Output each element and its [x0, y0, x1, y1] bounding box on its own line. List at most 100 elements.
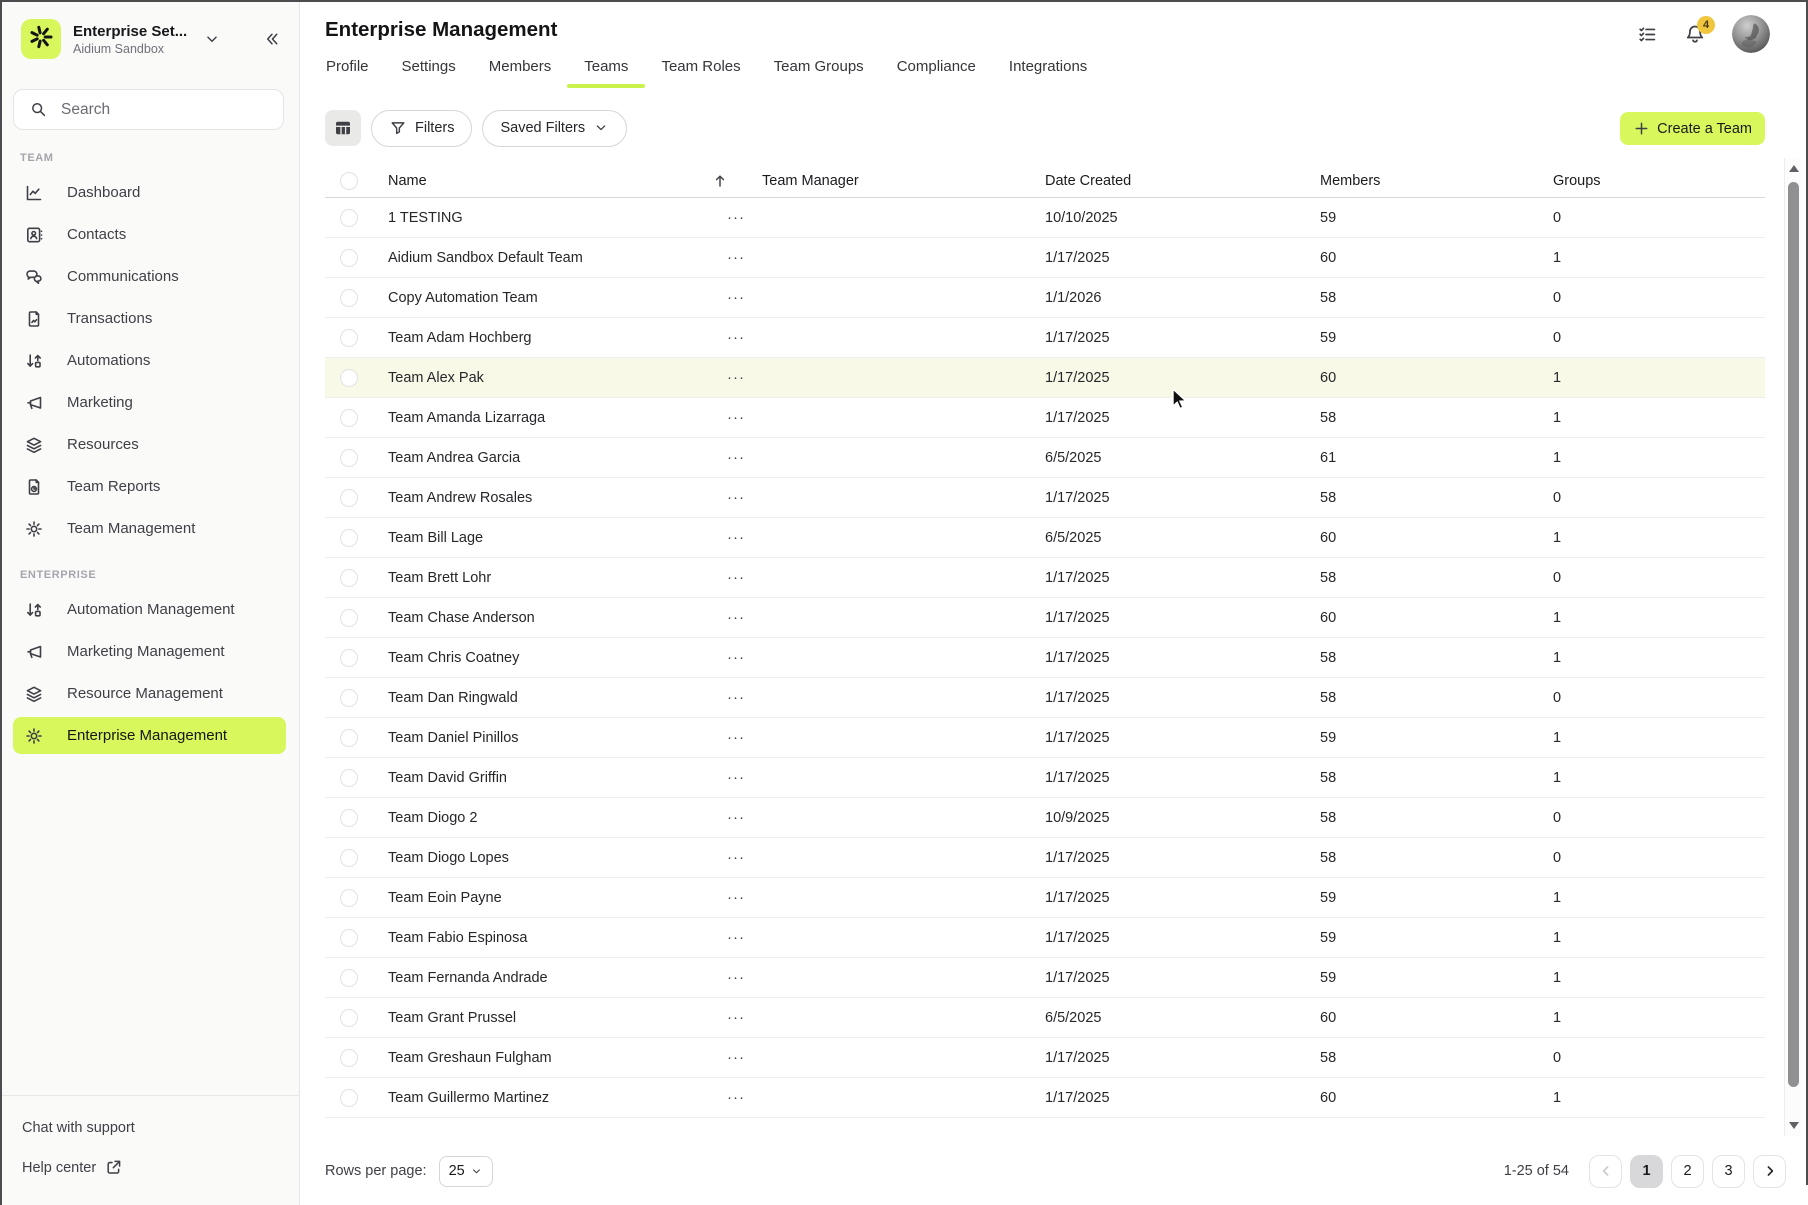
- row-checkbox[interactable]: [340, 329, 358, 347]
- table-row[interactable]: Team Brett Lohr···1/17/2025580: [325, 558, 1765, 598]
- sidebar-item-resources[interactable]: Resources: [13, 426, 286, 463]
- sidebar-item-marketing[interactable]: Marketing: [13, 384, 286, 421]
- table-row[interactable]: Team Eoin Payne···1/17/2025591: [325, 878, 1765, 918]
- notifications-bell-icon[interactable]: 4: [1684, 23, 1706, 45]
- team-manager-actions-button[interactable]: ···: [727, 929, 745, 946]
- team-manager-actions-button[interactable]: ···: [727, 729, 745, 746]
- sidebar-item-automation-management[interactable]: Automation Management: [13, 591, 286, 628]
- table-row[interactable]: Team Diogo 2···10/9/2025580: [325, 798, 1765, 838]
- sidebar-item-transactions[interactable]: Transactions: [13, 300, 286, 337]
- sidebar-item-enterprise-management[interactable]: Enterprise Management: [13, 717, 286, 754]
- search-input[interactable]: Search: [13, 89, 284, 130]
- row-checkbox[interactable]: [340, 689, 358, 707]
- sidebar-item-resource-management[interactable]: Resource Management: [13, 675, 286, 712]
- team-manager-actions-button[interactable]: ···: [727, 289, 745, 306]
- vertical-scrollbar[interactable]: [1784, 158, 1801, 1136]
- user-avatar[interactable]: [1732, 15, 1770, 53]
- team-manager-actions-button[interactable]: ···: [727, 249, 745, 266]
- column-header-team-manager[interactable]: Team Manager: [715, 173, 1045, 189]
- row-checkbox[interactable]: [340, 769, 358, 787]
- sidebar-item-automations[interactable]: Automations: [13, 342, 286, 379]
- table-row[interactable]: Team Grant Prussel···6/5/2025601: [325, 998, 1765, 1038]
- tab-members[interactable]: Members: [489, 58, 552, 88]
- team-manager-actions-button[interactable]: ···: [727, 1089, 745, 1106]
- team-manager-actions-button[interactable]: ···: [727, 489, 745, 506]
- tab-compliance[interactable]: Compliance: [897, 58, 976, 88]
- team-manager-actions-button[interactable]: ···: [727, 849, 745, 866]
- tab-teams[interactable]: Teams: [584, 58, 628, 88]
- sidebar-item-marketing-management[interactable]: Marketing Management: [13, 633, 286, 670]
- team-manager-actions-button[interactable]: ···: [727, 809, 745, 826]
- sidebar-item-team-reports[interactable]: Team Reports: [13, 468, 286, 505]
- tab-settings[interactable]: Settings: [402, 58, 456, 88]
- sort-ascending-icon[interactable]: [711, 172, 729, 190]
- table-row[interactable]: Team Chase Anderson···1/17/2025601: [325, 598, 1765, 638]
- table-row[interactable]: Team Greshaun Fulgham···1/17/2025580: [325, 1038, 1765, 1078]
- page-button-2[interactable]: 2: [1671, 1155, 1704, 1188]
- table-row[interactable]: Team Fabio Espinosa···1/17/2025591: [325, 918, 1765, 958]
- table-row[interactable]: Team Andrea Garcia···6/5/2025611: [325, 438, 1765, 478]
- create-team-button[interactable]: Create a Team: [1620, 112, 1765, 145]
- team-manager-actions-button[interactable]: ···: [727, 209, 745, 226]
- row-checkbox[interactable]: [340, 489, 358, 507]
- team-manager-actions-button[interactable]: ···: [727, 369, 745, 386]
- column-header-date-created[interactable]: Date Created: [1045, 173, 1320, 189]
- tab-integrations[interactable]: Integrations: [1009, 58, 1087, 88]
- table-row[interactable]: Team Andrew Rosales···1/17/2025580: [325, 478, 1765, 518]
- table-row[interactable]: Team Bill Lage···6/5/2025601: [325, 518, 1765, 558]
- row-checkbox[interactable]: [340, 569, 358, 587]
- row-checkbox[interactable]: [340, 609, 358, 627]
- next-page-button[interactable]: [1753, 1155, 1786, 1188]
- row-checkbox[interactable]: [340, 889, 358, 907]
- row-checkbox[interactable]: [340, 929, 358, 947]
- row-checkbox[interactable]: [340, 849, 358, 867]
- rows-per-page-select[interactable]: 25: [439, 1156, 493, 1187]
- select-all-checkbox[interactable]: [340, 172, 358, 190]
- table-row[interactable]: Team Diogo Lopes···1/17/2025580: [325, 838, 1765, 878]
- previous-page-button[interactable]: [1589, 1155, 1622, 1188]
- tab-team-roles[interactable]: Team Roles: [661, 58, 740, 88]
- sidebar-item-team-management[interactable]: Team Management: [13, 510, 286, 547]
- team-manager-actions-button[interactable]: ···: [727, 649, 745, 666]
- row-checkbox[interactable]: [340, 1009, 358, 1027]
- table-row[interactable]: Team Guillermo Martinez···1/17/2025601: [325, 1078, 1765, 1118]
- table-row[interactable]: Team Amanda Lizarraga···1/17/2025581: [325, 398, 1765, 438]
- row-checkbox[interactable]: [340, 449, 358, 467]
- team-manager-actions-button[interactable]: ···: [727, 329, 745, 346]
- table-row[interactable]: Team Dan Ringwald···1/17/2025580: [325, 678, 1765, 718]
- table-row[interactable]: Team Chris Coatney···1/17/2025581: [325, 638, 1765, 678]
- workspace-switcher[interactable]: Enterprise Set... Aidium Sandbox: [0, 0, 299, 59]
- row-checkbox[interactable]: [340, 529, 358, 547]
- row-checkbox[interactable]: [340, 969, 358, 987]
- team-manager-actions-button[interactable]: ···: [727, 769, 745, 786]
- team-manager-actions-button[interactable]: ···: [727, 689, 745, 706]
- table-view-button[interactable]: [325, 110, 361, 146]
- table-row[interactable]: Team David Griffin···1/17/2025581: [325, 758, 1765, 798]
- table-row[interactable]: Team Alex Pak···1/17/2025601: [325, 358, 1765, 398]
- scroll-down-arrow-icon[interactable]: [1789, 1122, 1799, 1129]
- row-checkbox[interactable]: [340, 1049, 358, 1067]
- team-manager-actions-button[interactable]: ···: [727, 1009, 745, 1026]
- team-manager-actions-button[interactable]: ···: [727, 609, 745, 626]
- team-manager-actions-button[interactable]: ···: [727, 569, 745, 586]
- collapse-sidebar-icon[interactable]: [262, 30, 281, 49]
- chat-with-support-link[interactable]: Chat with support: [22, 1120, 299, 1136]
- tasks-checklist-icon[interactable]: [1637, 24, 1658, 45]
- sidebar-item-communications[interactable]: Communications: [13, 258, 286, 295]
- table-row[interactable]: Team Fernanda Andrade···1/17/2025591: [325, 958, 1765, 998]
- row-checkbox[interactable]: [340, 369, 358, 387]
- table-row[interactable]: Aidium Sandbox Default Team···1/17/20256…: [325, 238, 1765, 278]
- table-row[interactable]: Team Adam Hochberg···1/17/2025590: [325, 318, 1765, 358]
- filters-button[interactable]: Filters: [371, 110, 472, 147]
- help-center-link[interactable]: Help center: [22, 1158, 299, 1177]
- row-checkbox[interactable]: [340, 209, 358, 227]
- sidebar-item-contacts[interactable]: Contacts: [13, 216, 286, 253]
- row-checkbox[interactable]: [340, 249, 358, 267]
- column-header-groups[interactable]: Groups: [1553, 173, 1765, 189]
- row-checkbox[interactable]: [340, 809, 358, 827]
- team-manager-actions-button[interactable]: ···: [727, 969, 745, 986]
- page-button-3[interactable]: 3: [1712, 1155, 1745, 1188]
- scrollbar-thumb[interactable]: [1788, 182, 1799, 1087]
- team-manager-actions-button[interactable]: ···: [727, 529, 745, 546]
- chevron-down-icon[interactable]: [203, 30, 221, 48]
